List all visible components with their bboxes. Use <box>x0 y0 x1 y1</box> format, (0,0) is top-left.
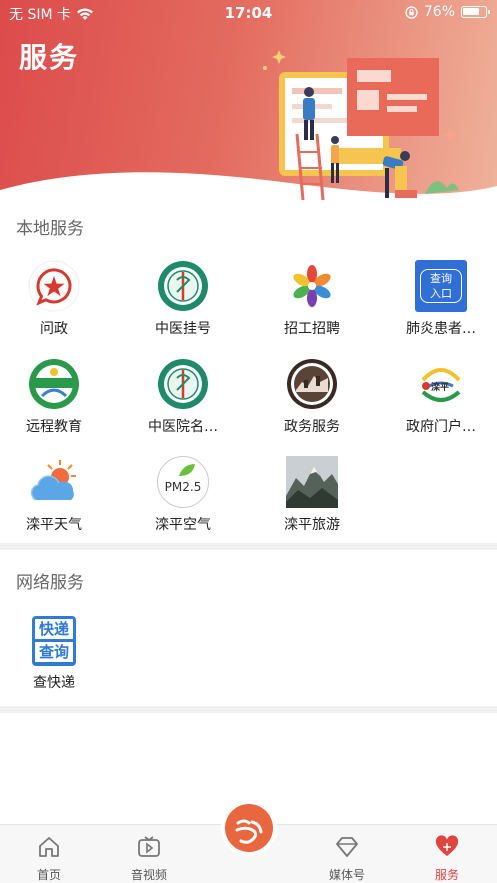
weather-icon <box>28 456 80 508</box>
diamond-icon <box>336 837 358 857</box>
service-tcm-hospital[interactable]: 中医院名… <box>121 358 245 436</box>
service-label: 肺炎患者… <box>406 321 476 337</box>
query-entry-icon: 查询 入口 <box>415 260 467 312</box>
page-title: 服务 <box>19 41 80 74</box>
network-services-section: 网络服务 快递 查询 查快递 <box>0 550 497 706</box>
service-label: 中医挂号 <box>155 321 211 337</box>
service-label: 政务服务 <box>284 419 340 435</box>
luanping-logo-text: 滦平 <box>431 383 450 393</box>
query-entry-text-1: 查询 <box>430 272 452 285</box>
service-label: 中医院名… <box>148 419 218 435</box>
express-text-2: 查询 <box>35 642 73 662</box>
service-screen: 无 SIM 卡 17:04 76% 服务 本地服务 问政 中医挂号 招工招聘 查… <box>0 0 497 883</box>
great-wall-seal-icon <box>286 358 338 410</box>
center-home-button[interactable] <box>221 800 277 856</box>
service-label: 问政 <box>40 321 68 337</box>
service-weather[interactable]: 滦平天气 <box>0 456 116 534</box>
remote-education-icon <box>28 358 80 410</box>
section-divider <box>0 543 497 550</box>
header-banner: 无 SIM 卡 17:04 76% 服务 <box>0 0 497 205</box>
battery-percent: 76% <box>423 4 455 20</box>
battery-icon <box>461 6 490 18</box>
service-label: 查快递 <box>33 675 75 691</box>
service-remote-education[interactable]: 远程教育 <box>0 358 116 436</box>
status-bar: 无 SIM 卡 17:04 76% <box>0 0 497 26</box>
mountain-photo-icon <box>286 456 338 508</box>
tab-audio-video[interactable]: 音视频 <box>109 825 189 883</box>
home-icon <box>39 837 59 857</box>
service-label: 滦平空气 <box>155 517 211 533</box>
tab-service[interactable]: 服务 <box>407 825 487 883</box>
video-icon <box>138 836 160 857</box>
service-tcm-registration[interactable]: 中医挂号 <box>121 260 245 338</box>
center-logo-icon <box>225 804 273 852</box>
service-wenzheng[interactable]: 问政 <box>0 260 116 338</box>
service-government-portal[interactable]: 滦平 政府门户… <box>379 358 497 436</box>
service-government-affairs[interactable]: 政务服务 <box>250 358 374 436</box>
pm25-text: PM2.5 <box>164 480 202 494</box>
service-label: 滦平天气 <box>26 517 82 533</box>
service-label: 滦平旅游 <box>284 517 340 533</box>
service-recruitment[interactable]: 招工招聘 <box>250 260 374 338</box>
service-air-quality[interactable]: PM2.5 滦平空气 <box>121 456 245 534</box>
header-illustration <box>263 50 459 201</box>
tab-label: 音视频 <box>130 868 167 882</box>
tab-media-account[interactable]: 媒体号 <box>307 825 387 883</box>
recruitment-icon <box>286 260 338 312</box>
service-pneumonia-query[interactable]: 查询 入口 肺炎患者… <box>379 260 497 338</box>
tab-label: 服务 <box>434 868 459 882</box>
tab-label: 媒体号 <box>328 868 365 882</box>
heart-icon <box>435 835 459 856</box>
rotation-lock-icon <box>405 5 418 19</box>
luanping-logo-icon: 滦平 <box>415 358 467 410</box>
express-query-icon: 快递 查询 <box>32 616 76 666</box>
express-text-1: 快递 <box>35 619 73 639</box>
tcm-hospital-logo-icon <box>157 260 209 312</box>
service-tourism[interactable]: 滦平旅游 <box>250 456 374 534</box>
query-entry-text-2: 入口 <box>430 287 452 300</box>
service-express-query[interactable]: 快递 查询 查快递 <box>0 616 116 692</box>
service-label: 远程教育 <box>26 419 82 435</box>
service-label: 招工招聘 <box>284 321 340 337</box>
local-services-title: 本地服务 <box>16 219 84 239</box>
status-right-group: 76% <box>405 4 490 20</box>
battery-fill <box>463 8 479 15</box>
service-label: 政府门户… <box>406 419 476 435</box>
local-services-section: 本地服务 问政 中医挂号 招工招聘 查询 入口 肺炎患者… 远程教育 中医院名…… <box>0 205 497 543</box>
wenzheng-icon <box>28 260 80 312</box>
tcm-hospital-logo-icon <box>157 358 209 410</box>
tab-label: 首页 <box>36 868 61 882</box>
network-services-title: 网络服务 <box>16 573 84 593</box>
section-divider <box>0 706 497 713</box>
pm25-icon: PM2.5 <box>157 456 209 508</box>
tab-home[interactable]: 首页 <box>9 825 89 883</box>
